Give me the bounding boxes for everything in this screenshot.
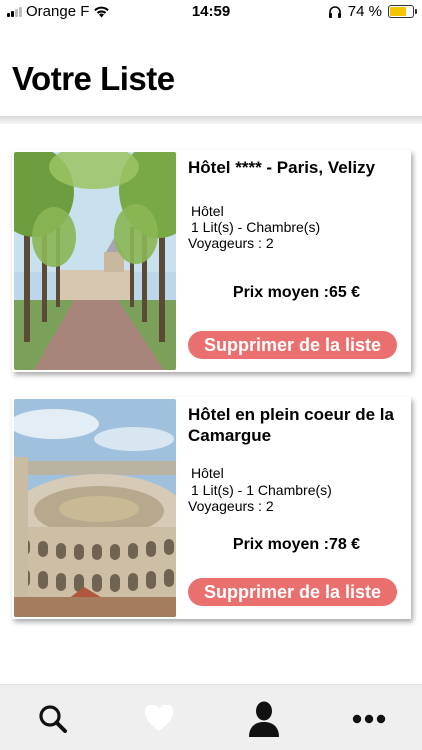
listing-price: Prix moyen :78 € xyxy=(232,536,361,553)
headphones-icon xyxy=(328,5,341,18)
listing-image[interactable] xyxy=(14,152,176,370)
listing-card[interactable]: Hôtel en plein coeur de la Camargue Hôte… xyxy=(12,397,411,619)
user-icon xyxy=(249,701,279,737)
battery-percent: 74 % xyxy=(347,3,382,20)
remove-from-list-button[interactable]: Supprimer de la liste xyxy=(188,578,397,606)
listing-travellers: Voyageurs : 2 xyxy=(188,498,274,514)
listing-price: Prix moyen :65 € xyxy=(232,284,361,301)
tab-profile[interactable] xyxy=(244,699,284,739)
heart-icon xyxy=(144,705,174,731)
listing-beds: 1 Lit(s) - Chambre(s) xyxy=(191,219,321,235)
search-icon xyxy=(39,705,67,733)
more-icon xyxy=(352,714,386,724)
listing-title: Hôtel **** - Paris, Velizy xyxy=(188,158,376,177)
listing-beds: 1 Lit(s) - 1 Chambre(s) xyxy=(191,482,332,498)
listing-type: Hôtel xyxy=(191,203,224,219)
battery-level xyxy=(390,7,407,16)
listing-travellers: Voyageurs : 2 xyxy=(188,235,274,251)
listing-details: Hôtel **** - Paris, Velizy Hôtel 1 Lit(s… xyxy=(188,150,405,372)
battery-icon xyxy=(388,5,417,18)
tab-favorites[interactable] xyxy=(139,699,179,739)
remove-from-list-button[interactable]: Supprimer de la liste xyxy=(188,331,397,359)
listing-title: Hôtel en plein coeur de la Camargue xyxy=(188,405,394,445)
tab-bar xyxy=(0,684,422,750)
tab-more[interactable] xyxy=(349,699,389,739)
tab-search[interactable] xyxy=(33,699,73,739)
listing-image[interactable] xyxy=(14,399,176,617)
title-divider xyxy=(0,116,422,124)
listing-type: Hôtel xyxy=(191,465,224,481)
page-title: Votre Liste xyxy=(12,60,175,97)
status-bar: Orange F 14:59 74 % xyxy=(0,0,422,24)
listing-card[interactable]: Hôtel **** - Paris, Velizy Hôtel 1 Lit(s… xyxy=(12,150,411,372)
status-right: 74 % xyxy=(328,3,417,20)
listing-details: Hôtel en plein coeur de la Camargue Hôte… xyxy=(188,397,405,619)
